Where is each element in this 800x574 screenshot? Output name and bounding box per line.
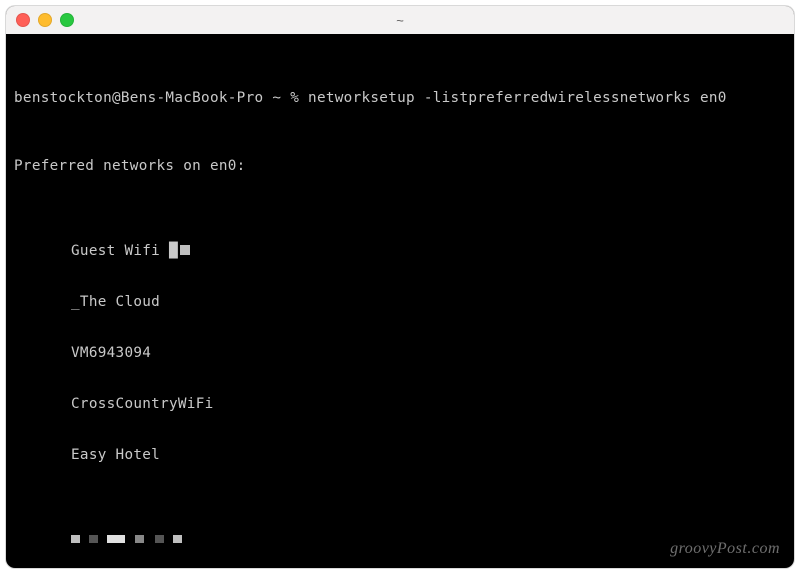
watermark-text: groovyPost.com	[670, 540, 780, 558]
traffic-lights	[16, 13, 74, 27]
output-header: Preferred networks on en0:	[14, 158, 786, 175]
list-item: Easy Hotel	[14, 447, 786, 464]
prompt-path: ~	[272, 90, 281, 106]
terminal-content[interactable]: benstockton@Bens-MacBook-Pro ~ % network…	[6, 34, 794, 568]
prompt-user-host: benstockton@Bens-MacBook-Pro	[14, 90, 263, 106]
terminal-window: ~ benstockton@Bens-MacBook-Pro ~ % netwo…	[6, 6, 794, 568]
minimize-icon[interactable]	[38, 13, 52, 27]
window-title: ~	[6, 13, 794, 28]
network-name: Guest Wifi █	[71, 243, 178, 259]
fullscreen-icon[interactable]	[60, 13, 74, 27]
list-item: CrossCountryWiFi	[14, 396, 786, 413]
command-text: networksetup -listpreferredwirelessnetwo…	[308, 90, 727, 106]
window-titlebar: ~	[6, 6, 794, 34]
prompt-line: benstockton@Bens-MacBook-Pro ~ % network…	[14, 90, 786, 107]
list-item: Guest Wifi █	[14, 243, 786, 260]
list-item: VM6943094	[14, 345, 786, 362]
prompt-char: %	[290, 90, 299, 106]
list-item: _The Cloud	[14, 294, 786, 311]
close-icon[interactable]	[16, 13, 30, 27]
